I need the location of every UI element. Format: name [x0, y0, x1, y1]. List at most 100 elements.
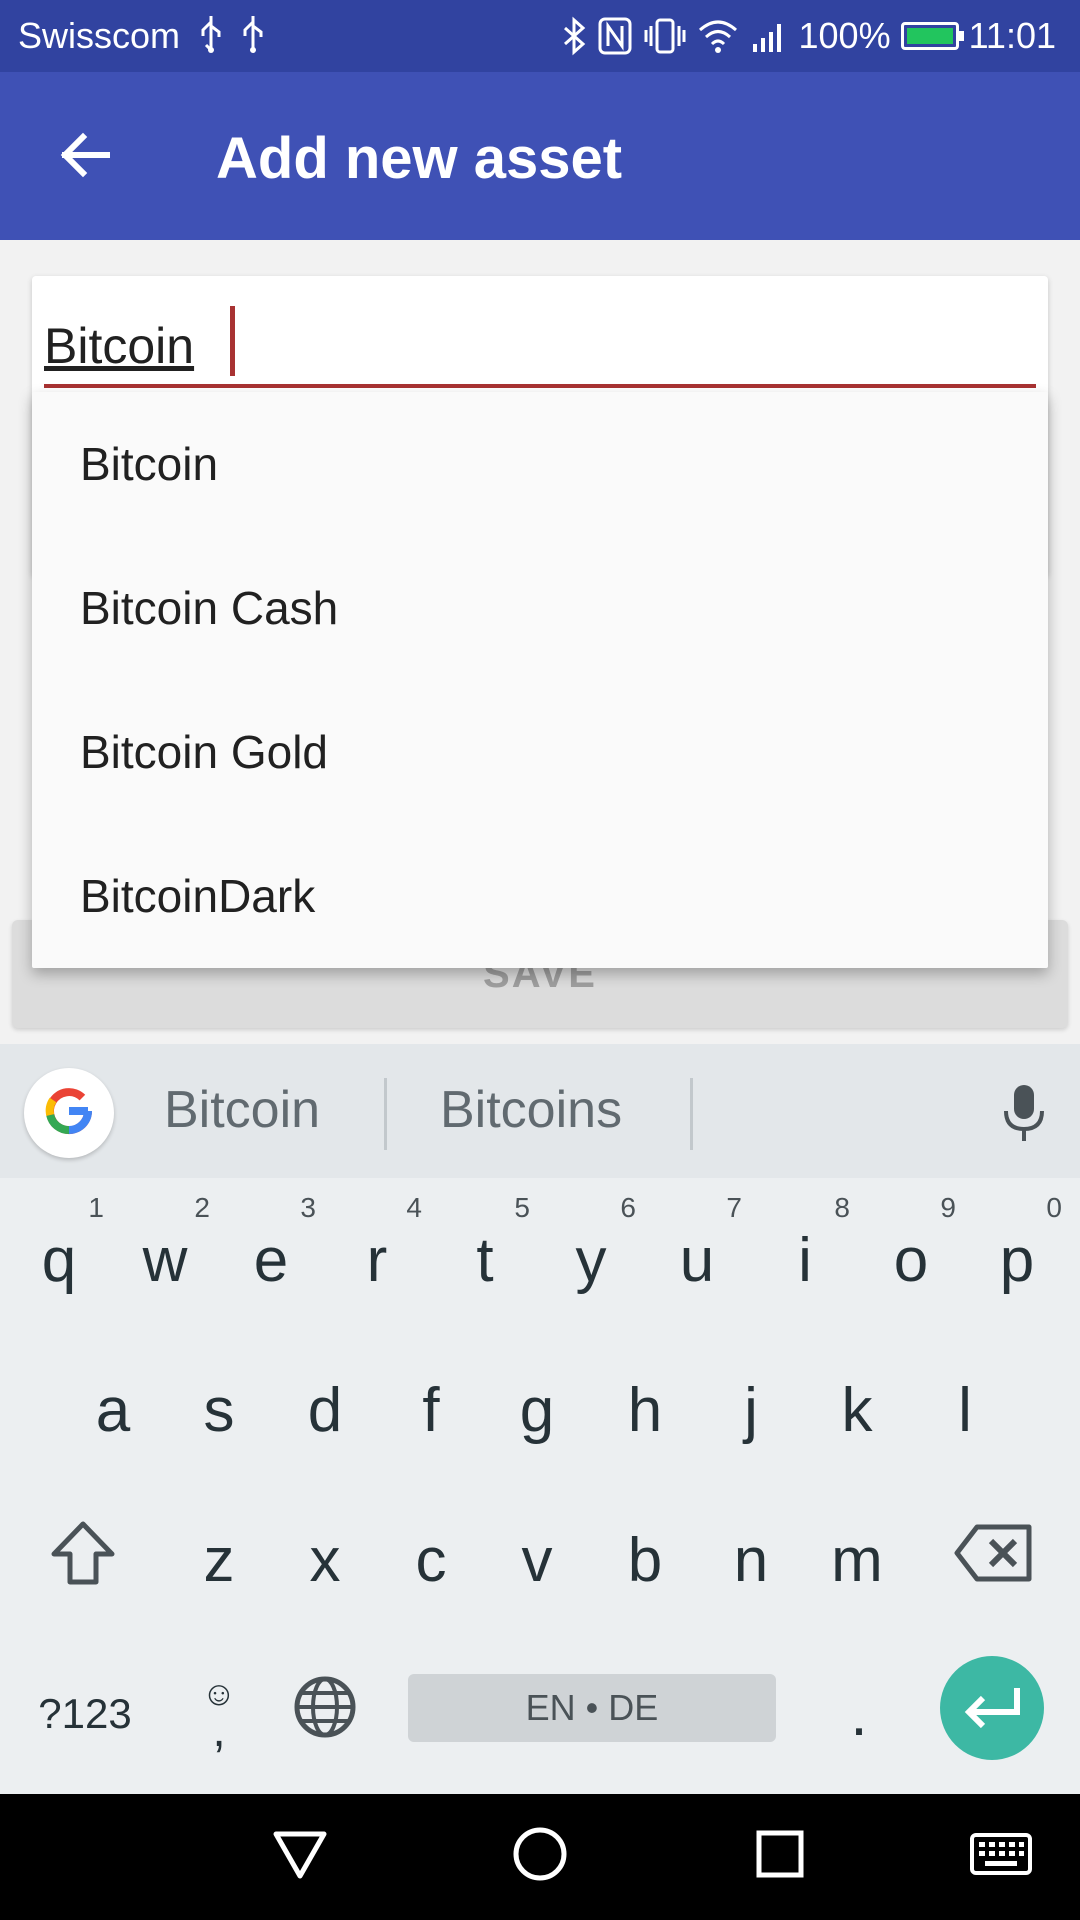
key-label: c [415, 1525, 447, 1595]
key-label: f [422, 1375, 440, 1445]
usb-icon [238, 14, 268, 65]
circle-home-icon [512, 1826, 568, 1887]
key-c[interactable]: c [378, 1490, 484, 1630]
symbols-key[interactable]: ?123 [30, 1644, 140, 1784]
key-hint: 2 [194, 1192, 210, 1223]
nav-back-button[interactable] [264, 1820, 336, 1892]
key-hint: 8 [834, 1192, 850, 1223]
key-o[interactable]: o9 [858, 1190, 964, 1330]
voice-input-button[interactable] [994, 1080, 1054, 1150]
key-hint: 4 [406, 1192, 422, 1223]
suggestion-divider [384, 1078, 387, 1150]
suggestion-label: Bitcoin Gold [80, 726, 329, 778]
word-suggestion[interactable]: Bitcoins [440, 1080, 622, 1140]
google-icon [42, 1084, 96, 1143]
key-q[interactable]: q1 [6, 1190, 112, 1330]
key-label: d [307, 1375, 343, 1445]
key-x[interactable]: x [272, 1490, 378, 1630]
key-v[interactable]: v [484, 1490, 590, 1630]
key-label: j [744, 1375, 758, 1445]
key-h[interactable]: h [592, 1340, 698, 1480]
suggestion-item[interactable]: Bitcoin Cash [32, 536, 1048, 680]
suggestion-item[interactable]: BitcoinDark [32, 824, 1048, 968]
text-cursor [230, 306, 235, 376]
shift-key[interactable] [30, 1490, 136, 1630]
key-label: o [893, 1225, 929, 1295]
key-hint: 0 [1046, 1192, 1062, 1223]
status-icons: 100% 11:01 [561, 12, 1056, 60]
key-t[interactable]: t5 [432, 1190, 538, 1330]
key-hint: 1 [88, 1192, 104, 1223]
wifi-icon [697, 16, 739, 56]
key-y[interactable]: y6 [538, 1190, 644, 1330]
key-label: m [831, 1525, 883, 1595]
key-g[interactable]: g [484, 1340, 590, 1480]
navigation-bar [0, 1794, 1080, 1920]
key-label: p [999, 1225, 1035, 1295]
key-p[interactable]: p0 [964, 1190, 1070, 1330]
key-n[interactable]: n [698, 1490, 804, 1630]
suggestion-item[interactable]: Bitcoin Gold [32, 680, 1048, 824]
key-hint: 7 [726, 1192, 742, 1223]
key-label: t [476, 1225, 494, 1295]
usb-icon [196, 14, 226, 65]
key-b[interactable]: b [592, 1490, 698, 1630]
key-e[interactable]: e3 [218, 1190, 324, 1330]
suggestion-item[interactable]: Bitcoin [32, 392, 1048, 536]
key-label: x [309, 1525, 341, 1595]
key-label: w [142, 1225, 188, 1295]
language-key[interactable] [272, 1644, 378, 1784]
key-label: , [212, 1704, 226, 1757]
bluetooth-icon [561, 16, 587, 56]
asset-name-input[interactable] [44, 306, 1044, 386]
google-search-button[interactable] [24, 1068, 114, 1158]
key-f[interactable]: f [378, 1340, 484, 1480]
period-key[interactable]: . [806, 1644, 912, 1784]
space-key[interactable]: EN • DE [408, 1674, 776, 1742]
key-label: l [958, 1375, 972, 1445]
key-label: q [41, 1225, 77, 1295]
nav-home-button[interactable] [504, 1820, 576, 1892]
back-button[interactable] [40, 112, 130, 202]
suggestion-label: Bitcoin Cash [80, 582, 339, 634]
key-label: k [841, 1375, 873, 1445]
key-d[interactable]: d [272, 1340, 378, 1480]
triangle-back-icon [272, 1828, 328, 1885]
input-underline [44, 384, 1036, 388]
keyboard-switch-button[interactable] [956, 1820, 1046, 1892]
nav-recents-button[interactable] [744, 1820, 816, 1892]
key-w[interactable]: w2 [112, 1190, 218, 1330]
key-z[interactable]: z [166, 1490, 272, 1630]
keyboard-icon [969, 1832, 1033, 1881]
backspace-key[interactable] [940, 1490, 1046, 1630]
key-hint: 3 [300, 1192, 316, 1223]
key-u[interactable]: u7 [644, 1190, 750, 1330]
key-hint: 9 [940, 1192, 956, 1223]
word-suggestion[interactable]: Bitcoin [164, 1080, 320, 1140]
key-i[interactable]: i8 [752, 1190, 858, 1330]
backspace-icon [953, 1523, 1033, 1598]
enter-key[interactable] [940, 1656, 1044, 1760]
key-m[interactable]: m [804, 1490, 910, 1630]
key-hint: 5 [514, 1192, 530, 1223]
key-s[interactable]: s [166, 1340, 272, 1480]
key-r[interactable]: r4 [324, 1190, 430, 1330]
key-label: a [95, 1375, 131, 1445]
keyboard-suggestion-strip: Bitcoin Bitcoins [0, 1044, 1080, 1178]
emoji-comma-key[interactable]: ☺ , [166, 1644, 272, 1784]
key-label: s [203, 1375, 235, 1445]
key-label: r [366, 1225, 388, 1295]
carrier-name: Swisscom [18, 15, 181, 56]
key-j[interactable]: j [698, 1340, 804, 1480]
key-l[interactable]: l [912, 1340, 1018, 1480]
status-bar: Swisscom 100% 11:01 [0, 0, 1080, 72]
key-label: h [627, 1375, 663, 1445]
globe-icon [293, 1675, 357, 1754]
vibrate-icon [643, 16, 687, 56]
key-k[interactable]: k [804, 1340, 910, 1480]
key-label: g [519, 1375, 555, 1445]
suggestion-label: Bitcoin [80, 438, 219, 490]
key-a[interactable]: a [60, 1340, 166, 1480]
key-label: e [253, 1225, 289, 1295]
key-label: b [627, 1525, 663, 1595]
